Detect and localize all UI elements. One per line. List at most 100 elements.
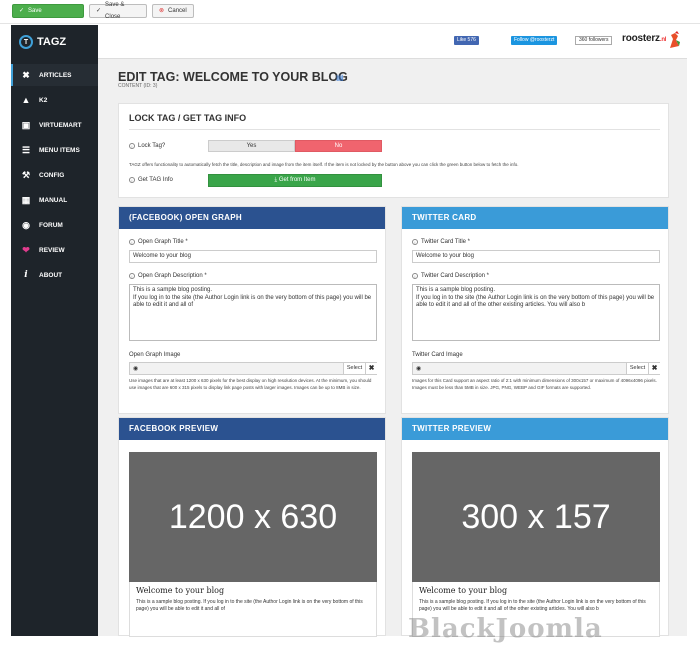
- check-icon: ✓: [19, 8, 25, 14]
- sidebar-item-forum[interactable]: ◉ FORUM: [11, 214, 98, 236]
- info-icon[interactable]: i: [412, 273, 418, 279]
- save-button[interactable]: ✓ Save: [12, 4, 84, 18]
- og-title-input[interactable]: Welcome to your blog: [129, 250, 377, 263]
- cancel-button[interactable]: ⊗ Cancel: [152, 4, 194, 18]
- tc-description-textarea[interactable]: This is a sample blog posting. If you lo…: [412, 284, 660, 341]
- chat-icon: ◉: [22, 219, 30, 230]
- page-subtitle: CONTENT (ID: 3): [118, 83, 158, 89]
- sidebar-item-label: ARTICLES: [39, 71, 72, 79]
- clear-icon[interactable]: ✖: [648, 363, 660, 374]
- brand-suffix: .nl: [659, 37, 667, 43]
- select-button[interactable]: Select: [626, 363, 648, 374]
- toolbar: ✓ Save ✓ Save & Close ⊗ Cancel: [0, 0, 700, 24]
- wrench-icon: ⚒: [21, 169, 31, 180]
- check-icon: ✓: [96, 8, 102, 14]
- facebook-like-button[interactable]: Like 576: [454, 36, 479, 45]
- info-icon: i: [24, 270, 28, 280]
- panel-header: TWITTER CARD: [402, 207, 668, 229]
- og-description-label-text: Open Graph Description *: [138, 273, 207, 279]
- preview-title: Welcome to your blog: [136, 586, 225, 595]
- twitter-card-panel: TWITTER CARD i Twitter Card Title * Welc…: [401, 206, 669, 414]
- close-circle-icon: ⊗: [159, 8, 165, 14]
- twitter-follow-button[interactable]: Follow @roosterzt: [511, 36, 558, 45]
- menu-icon: ☰: [21, 144, 31, 155]
- sidebar-item-config[interactable]: ⚒ CONFIG: [11, 164, 98, 186]
- fetch-button-label: Get from Item: [278, 177, 316, 183]
- og-image-field[interactable]: ◉ Select ✖: [129, 362, 377, 375]
- sidebar-item-k2[interactable]: ▲ K2: [11, 89, 98, 111]
- roosterz-logo[interactable]: roosterz.nl: [622, 33, 666, 44]
- sidebar-item-label: VIRTUEMART: [39, 121, 82, 129]
- clear-icon[interactable]: ✖: [365, 363, 377, 374]
- sidebar-item-label: MENU ITEMS: [39, 146, 80, 154]
- panel-header: FACEBOOK PREVIEW: [119, 418, 385, 440]
- panel-header: TWITTER PREVIEW: [402, 418, 668, 440]
- sidebar-item-label: REVIEW: [39, 246, 65, 254]
- panel-header: (FACEBOOK) OPEN GRAPH: [119, 207, 385, 229]
- info-icon[interactable]: i: [129, 177, 135, 183]
- divider: [129, 129, 660, 130]
- twitter-followers-count: 360 followers: [575, 36, 613, 45]
- info-icon[interactable]: i: [129, 143, 135, 149]
- sidebar-item-label: MANUAL: [39, 196, 68, 204]
- tc-image-help: Images for this Card support an aspect r…: [412, 378, 657, 390]
- sidebar-item-label: ABOUT: [39, 271, 63, 279]
- get-tag-info-text: Get TAG Info: [138, 177, 173, 183]
- page-title: EDIT TAG: WELCOME TO YOUR BLOG: [118, 70, 348, 84]
- lock-tag-panel: LOCK TAG / GET TAG INFO i Lock Tag? Yes …: [118, 103, 669, 198]
- lock-tag-text: Lock Tag?: [138, 143, 166, 149]
- tc-title-label-text: Twitter Card Title *: [421, 239, 471, 245]
- preview-description: This is a sample blog posting. If you lo…: [419, 599, 646, 612]
- eye-icon[interactable]: ◉: [133, 365, 138, 372]
- og-image-help: Use images that are at least 1200 x 630 …: [129, 378, 372, 390]
- sidebar-item-virtuemart[interactable]: ▣ VIRTUEMART: [11, 114, 98, 136]
- main-content: Like 576 Follow @roosterzt 360 followers…: [98, 25, 687, 637]
- logo-text: TAGZ: [37, 36, 67, 48]
- lock-yes-button[interactable]: Yes: [208, 140, 295, 152]
- sidebar-item-label: K2: [39, 96, 48, 104]
- tc-image-field[interactable]: ◉ Select ✖: [412, 362, 660, 375]
- sidebar-item-label: CONFIG: [39, 171, 65, 179]
- open-graph-panel: (FACEBOOK) OPEN GRAPH i Open Graph Title…: [118, 206, 386, 414]
- info-icon[interactable]: i: [412, 239, 418, 245]
- sidebar-item-review[interactable]: ❤ REVIEW: [11, 239, 98, 261]
- tc-description-label: i Twitter Card Description *: [412, 273, 489, 279]
- download-icon: ⤓: [274, 177, 278, 183]
- og-title-label: i Open Graph Title *: [129, 239, 188, 245]
- preview-title: Welcome to your blog: [419, 586, 508, 595]
- og-description-textarea[interactable]: This is a sample blog posting. If you lo…: [129, 284, 377, 341]
- lock-tag-label: i Lock Tag?: [129, 143, 165, 149]
- lock-description: TAGZ offers functionality to automatical…: [129, 162, 519, 167]
- sidebar-item-menu-items[interactable]: ☰ MENU ITEMS: [11, 139, 98, 161]
- preview-description: This is a sample blog posting. If you lo…: [136, 599, 363, 612]
- tagz-logo-icon: T: [19, 35, 33, 49]
- document-icon[interactable]: ▤: [336, 73, 344, 82]
- tc-title-input[interactable]: Welcome to your blog: [412, 250, 660, 263]
- sidebar-item-manual[interactable]: ▦ MANUAL: [11, 189, 98, 211]
- info-icon[interactable]: i: [129, 273, 135, 279]
- document-icon: ▦: [21, 194, 31, 205]
- get-from-item-button[interactable]: ⤓ Get from Item: [208, 174, 382, 187]
- top-bar: Like 576 Follow @roosterzt 360 followers…: [98, 25, 687, 59]
- eye-icon[interactable]: ◉: [416, 365, 421, 372]
- lock-no-button[interactable]: No: [295, 140, 382, 152]
- select-button[interactable]: Select: [343, 363, 365, 374]
- rooster-icon: [670, 31, 680, 48]
- cancel-label: Cancel: [168, 8, 187, 14]
- info-icon[interactable]: i: [129, 239, 135, 245]
- facebook-preview-panel: FACEBOOK PREVIEW 1200 x 630 Welcome to y…: [118, 417, 386, 637]
- save-close-label: Save & Close: [105, 2, 125, 20]
- twitter-preview-panel: TWITTER PREVIEW 300 x 157 Welcome to you…: [401, 417, 669, 637]
- save-label: Save: [28, 8, 42, 14]
- sidebar-item-about[interactable]: i ABOUT: [11, 264, 98, 286]
- tagz-logo[interactable]: T TAGZ: [19, 35, 66, 49]
- watermark: BlackJoomla: [408, 614, 603, 644]
- og-description-label: i Open Graph Description *: [129, 273, 207, 279]
- preview-image-placeholder: 300 x 157: [412, 452, 660, 582]
- sidebar: T TAGZ ✖ ARTICLES ▲ K2 ▣ VIRTUEMART ☰ ME…: [11, 25, 98, 636]
- sidebar-item-articles[interactable]: ✖ ARTICLES: [11, 64, 98, 86]
- save-close-button[interactable]: ✓ Save & Close: [89, 2, 147, 20]
- preview-caption: Welcome to your blog This is a sample bl…: [129, 582, 377, 637]
- get-tag-info-label: i Get TAG Info: [129, 177, 173, 183]
- og-image-label: Open Graph Image: [129, 352, 181, 358]
